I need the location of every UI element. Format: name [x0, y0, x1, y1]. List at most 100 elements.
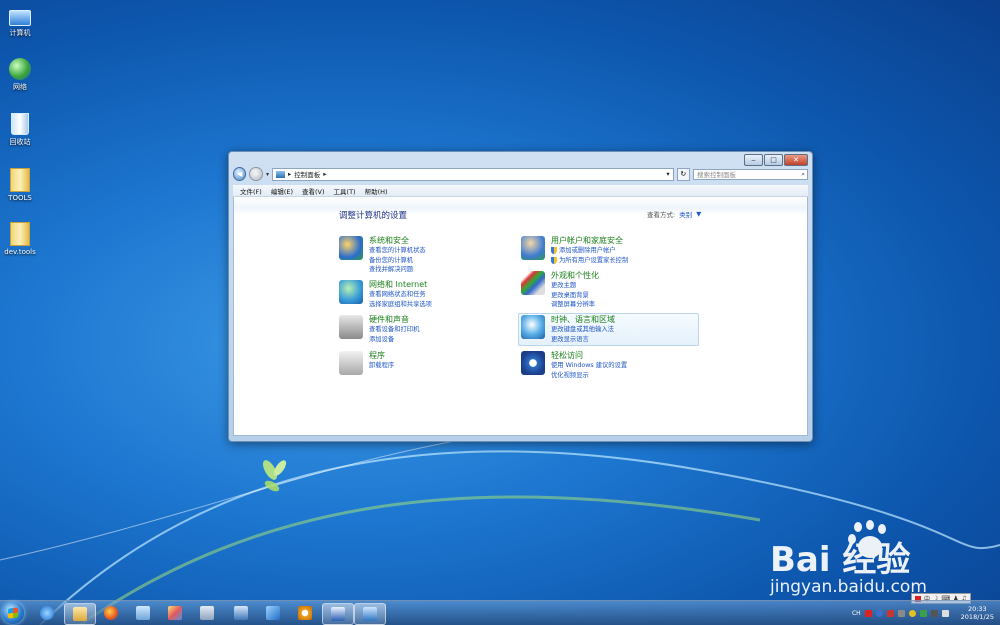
clock-time: 20:33	[967, 605, 987, 613]
taskbar-app-1[interactable]	[128, 603, 158, 623]
network-icon	[9, 58, 31, 80]
tray-icon[interactable]	[897, 609, 905, 617]
taskbar-firefox[interactable]	[96, 603, 126, 623]
input-language[interactable]: CH	[852, 610, 861, 617]
app-icon	[136, 606, 150, 620]
help-tray-icon[interactable]	[875, 609, 883, 617]
category-link[interactable]: 为所有用户设置家长控制	[551, 256, 628, 266]
control-panel-window: ‒ □ ✕ ◀ ▶ ▾ ▸ 控制面板 ▸ ▾ ↻ 搜索控制面板 ⌕ 文件(F) …	[228, 151, 813, 442]
chevron-down-icon[interactable]: ▼	[696, 210, 701, 218]
category-link[interactable]: 查看您的计算机状态	[369, 246, 426, 256]
warning-tray-icon[interactable]	[908, 609, 916, 617]
category-title[interactable]: 外观和个性化	[551, 271, 599, 281]
maximize-button[interactable]: □	[764, 154, 783, 166]
category-ease-of-access: 轻松访问 使用 Windows 建议的设置 优化视频显示	[521, 351, 627, 380]
category-link[interactable]: 优化视频显示	[551, 371, 627, 381]
menu-file[interactable]: 文件(F)	[240, 186, 262, 196]
network-tray-icon[interactable]	[930, 609, 938, 617]
start-button[interactable]	[2, 602, 24, 624]
back-button[interactable]: ◀	[233, 167, 247, 181]
category-link[interactable]: 添加或删除用户帐户	[551, 246, 628, 256]
search-icon[interactable]: ⌕	[801, 170, 805, 179]
menu-view[interactable]: 查看(V)	[302, 186, 325, 196]
category-link[interactable]: 使用 Windows 建议的设置	[551, 361, 627, 371]
menu-edit[interactable]: 编辑(E)	[271, 186, 293, 196]
search-placeholder: 搜索控制面板	[697, 171, 737, 179]
breadcrumb-control-panel[interactable]: 控制面板	[294, 169, 320, 179]
category-appearance: 外观和个性化 更改主题 更改桌面背景 调整屏幕分辨率	[521, 271, 599, 310]
category-title[interactable]: 网络和 Internet	[369, 280, 432, 290]
monitor-icon	[234, 606, 248, 620]
breadcrumb-separator: ▸	[323, 170, 327, 178]
category-network-internet: 网络和 Internet 查看网络状态和任务 选择家庭组和共享选项	[339, 280, 432, 309]
users-icon	[521, 236, 545, 260]
tray-icon[interactable]	[919, 609, 927, 617]
category-link-text: 添加或删除用户帐户	[559, 247, 616, 254]
windows-logo-icon	[8, 607, 18, 619]
airplane-icon	[266, 606, 280, 620]
view-by-dropdown[interactable]: 类别	[679, 209, 692, 219]
menu-bar: 文件(F) 编辑(E) 查看(V) 工具(T) 帮助(H)	[233, 185, 808, 197]
ease-of-access-icon	[521, 351, 545, 375]
clock[interactable]: 20:33 2018/1/25	[961, 605, 994, 621]
category-link[interactable]: 添加设备	[369, 335, 419, 345]
taskbar-remote-desktop[interactable]	[226, 603, 256, 623]
taskbar-paint[interactable]	[160, 603, 190, 623]
category-link[interactable]: 选择家庭组和共享选项	[369, 300, 432, 310]
network-globe-icon	[339, 280, 363, 304]
category-link-text: 为所有用户设置家长控制	[559, 256, 629, 264]
watermark-url: jingyan.baidu.com	[770, 577, 927, 597]
category-title[interactable]: 硬件和声音	[369, 315, 419, 325]
view-by-label: 查看方式:	[647, 211, 676, 219]
menu-help[interactable]: 帮助(H)	[365, 186, 388, 196]
programs-icon	[339, 351, 363, 375]
category-link[interactable]: 查看网络状态和任务	[369, 290, 432, 300]
category-link[interactable]: 调整屏幕分辨率	[551, 300, 599, 310]
magnifier-icon	[298, 606, 312, 620]
forward-button[interactable]: ▶	[249, 167, 263, 181]
taskbar-feiq[interactable]	[258, 603, 288, 623]
recent-pages-dropdown[interactable]: ▾	[266, 171, 269, 178]
taskbar-explorer[interactable]	[64, 603, 96, 625]
category-link[interactable]: 查看设备和打印机	[369, 325, 419, 335]
category-link[interactable]: 更改键盘或其他输入法	[551, 325, 615, 335]
menu-tools[interactable]: 工具(T)	[334, 186, 356, 196]
taskbar-ie[interactable]	[32, 603, 62, 623]
calculator-icon	[200, 606, 214, 620]
category-title[interactable]: 轻松访问	[551, 351, 627, 361]
address-bar[interactable]: ▸ 控制面板 ▸ ▾	[271, 167, 674, 181]
desktop-icon-tools[interactable]: TOOLS	[2, 168, 38, 202]
desktop-icon-computer[interactable]: 计算机	[2, 6, 38, 38]
taskbar-control-panel[interactable]	[354, 603, 386, 625]
category-system-security: 系统和安全 查看您的计算机状态 备份您的计算机 查找并解决问题	[339, 236, 426, 275]
ime-tray-icon[interactable]	[864, 609, 872, 617]
category-title[interactable]: 系统和安全	[369, 236, 426, 246]
taskbar-search-tool[interactable]	[290, 603, 320, 623]
taskbar: CH 20:33 2018/1/25	[0, 600, 1000, 625]
category-link[interactable]: 更改主题	[551, 281, 599, 291]
category-link[interactable]: 卸载程序	[369, 361, 394, 371]
category-link[interactable]: 备份您的计算机	[369, 256, 426, 266]
category-link[interactable]: 更改桌面背景	[551, 291, 599, 301]
refresh-button[interactable]: ↻	[676, 167, 691, 181]
search-input[interactable]: 搜索控制面板 ⌕	[693, 168, 808, 180]
taskbar-word[interactable]	[322, 603, 354, 625]
taskbar-calculator[interactable]	[192, 603, 222, 623]
desktop-icon-network[interactable]: 网络	[2, 58, 38, 92]
minimize-button[interactable]: ‒	[744, 154, 763, 166]
clock-globe-icon	[521, 315, 545, 339]
category-title[interactable]: 程序	[369, 351, 394, 361]
category-title[interactable]: 用户帐户和家庭安全	[551, 236, 628, 246]
security-shield-icon	[339, 236, 363, 260]
volume-icon[interactable]	[941, 609, 949, 617]
desktop-icon-label: 网络	[13, 83, 27, 91]
antivirus-tray-icon[interactable]	[886, 609, 894, 617]
close-button[interactable]: ✕	[784, 154, 808, 166]
desktop-icon-recycle-bin[interactable]: 回收站	[2, 113, 38, 147]
category-link[interactable]: 查找并解决问题	[369, 265, 426, 275]
desktop-icon-dev-tools[interactable]: dev.tools	[2, 222, 38, 256]
category-title[interactable]: 时钟、语言和区域	[551, 315, 615, 325]
page-title: 调整计算机的设置	[339, 211, 408, 221]
category-link[interactable]: 更改显示语言	[551, 335, 615, 345]
address-dropdown-icon[interactable]: ▾	[666, 170, 669, 178]
